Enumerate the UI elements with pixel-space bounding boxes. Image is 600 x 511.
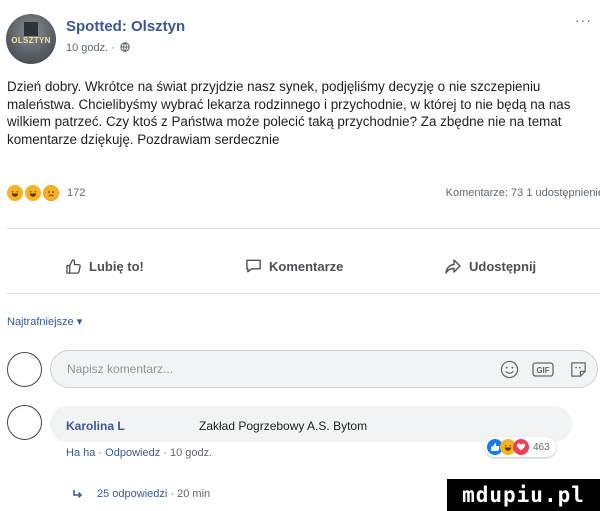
comment-sort-dropdown[interactable]: Najtrafniejsze ▾ bbox=[7, 315, 82, 328]
like-button[interactable]: Lubię to! bbox=[65, 258, 144, 275]
divider bbox=[7, 293, 600, 294]
share-arrow-icon bbox=[445, 259, 461, 274]
commenter-avatar[interactable] bbox=[7, 405, 42, 440]
comment-text: Zakład Pogrzebowy A.S. Bytom bbox=[199, 419, 368, 433]
comment-bubble-icon bbox=[246, 259, 261, 273]
comment-reactions[interactable]: 463 bbox=[485, 437, 556, 457]
sticker-icon[interactable] bbox=[569, 360, 588, 379]
post-options-button[interactable]: ··· bbox=[575, 12, 592, 28]
post-time-text: 10 godz. · bbox=[66, 42, 115, 54]
globe-icon bbox=[120, 42, 130, 52]
like-label: Lubię to! bbox=[89, 259, 144, 274]
thumbs-up-icon bbox=[66, 259, 81, 274]
comment-label: Komentarze bbox=[269, 258, 344, 274]
replies-time: 20 min bbox=[177, 488, 211, 500]
reaction-count: 172 bbox=[67, 187, 86, 199]
avatar-logo-text: OLSZTYN bbox=[11, 36, 51, 45]
comment-author-link[interactable]: Karolina L bbox=[66, 419, 125, 433]
separator-dot: · bbox=[167, 488, 178, 500]
haha-icon bbox=[7, 185, 23, 201]
avatar-building-shape bbox=[24, 22, 38, 36]
emoji-icon[interactable] bbox=[500, 360, 519, 379]
reply-arrow-icon bbox=[73, 490, 83, 499]
view-replies-link[interactable]: 25 odpowiedzi · 20 min bbox=[72, 488, 210, 500]
post-timestamp[interactable]: 10 godz. · bbox=[66, 42, 130, 54]
watermark-text: mdupiu.pl bbox=[462, 483, 585, 507]
comment-share-stats[interactable]: Komentarze: 73 1 udostępnienie bbox=[446, 187, 600, 199]
separator-dot: · bbox=[163, 447, 170, 459]
love-icon bbox=[513, 439, 529, 455]
replies-count: 25 odpowiedzi bbox=[97, 488, 168, 500]
share-label: Udostępnij bbox=[469, 258, 537, 274]
comment-reaction-label[interactable]: Ha ha bbox=[66, 447, 95, 459]
page-name-link[interactable]: Spotted: Olsztyn bbox=[66, 18, 185, 35]
current-user-avatar bbox=[7, 352, 42, 387]
reply-button[interactable]: Odpowiedz bbox=[105, 447, 160, 459]
divider bbox=[7, 228, 600, 229]
comment-meta: Ha ha · Odpowiedz · 10 godz. bbox=[66, 447, 212, 459]
gif-icon[interactable]: GIF bbox=[532, 360, 554, 379]
comment-time: 10 godz. bbox=[170, 447, 213, 459]
watermark: mdupiu.pl bbox=[447, 479, 600, 511]
comment-reaction-count: 463 bbox=[533, 441, 550, 453]
comment-composer[interactable]: GIF bbox=[50, 350, 598, 388]
sad-icon bbox=[43, 185, 59, 201]
page-avatar[interactable]: OLSZTYN bbox=[6, 14, 56, 64]
post-body-text: Dzień dobry. Wkrótce na świat przyjdzie … bbox=[7, 79, 571, 147]
haha-icon bbox=[25, 185, 41, 201]
comment-input[interactable] bbox=[65, 361, 449, 377]
reaction-summary[interactable]: 172 bbox=[7, 184, 85, 202]
share-button[interactable]: Udostępnij bbox=[444, 258, 536, 274]
svg-text:GIF: GIF bbox=[536, 366, 549, 375]
comment-button[interactable]: Komentarze bbox=[245, 258, 343, 274]
